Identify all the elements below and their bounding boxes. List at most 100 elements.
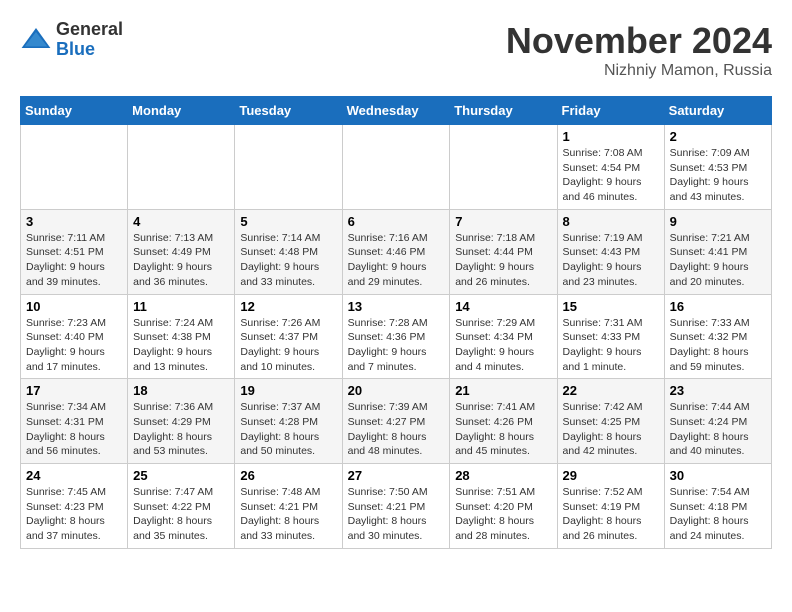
location: Nizhniy Mamon, Russia bbox=[506, 62, 772, 80]
day-cell: 7 Sunrise: 7:18 AM Sunset: 4:44 PM Daylig… bbox=[450, 209, 557, 294]
day-number: 8 bbox=[563, 214, 659, 229]
day-header-saturday: Saturday bbox=[664, 97, 771, 125]
day-header-thursday: Thursday bbox=[450, 97, 557, 125]
week-row-3: 10 Sunrise: 7:23 AM Sunset: 4:40 PM Dayli… bbox=[21, 294, 772, 379]
day-cell: 23 Sunrise: 7:44 AM Sunset: 4:24 PM Dayli… bbox=[664, 379, 771, 464]
day-cell: 26 Sunrise: 7:48 AM Sunset: 4:21 PM Dayli… bbox=[235, 464, 342, 549]
day-cell bbox=[450, 125, 557, 210]
month-title: November 2024 bbox=[506, 20, 772, 62]
logo-icon bbox=[20, 24, 52, 56]
day-number: 26 bbox=[240, 468, 336, 483]
day-cell bbox=[235, 125, 342, 210]
day-number: 16 bbox=[670, 299, 766, 314]
day-info: Sunrise: 7:14 AM Sunset: 4:48 PM Dayligh… bbox=[240, 231, 336, 290]
logo: General Blue bbox=[20, 20, 123, 60]
day-number: 25 bbox=[133, 468, 229, 483]
calendar-header: SundayMondayTuesdayWednesdayThursdayFrid… bbox=[21, 97, 772, 125]
day-cell bbox=[342, 125, 450, 210]
day-number: 5 bbox=[240, 214, 336, 229]
day-info: Sunrise: 7:36 AM Sunset: 4:29 PM Dayligh… bbox=[133, 400, 229, 459]
day-cell: 25 Sunrise: 7:47 AM Sunset: 4:22 PM Dayli… bbox=[128, 464, 235, 549]
day-info: Sunrise: 7:26 AM Sunset: 4:37 PM Dayligh… bbox=[240, 316, 336, 375]
day-info: Sunrise: 7:48 AM Sunset: 4:21 PM Dayligh… bbox=[240, 485, 336, 544]
day-info: Sunrise: 7:21 AM Sunset: 4:41 PM Dayligh… bbox=[670, 231, 766, 290]
day-number: 17 bbox=[26, 383, 122, 398]
day-cell bbox=[128, 125, 235, 210]
day-cell: 28 Sunrise: 7:51 AM Sunset: 4:20 PM Dayli… bbox=[450, 464, 557, 549]
day-number: 22 bbox=[563, 383, 659, 398]
day-info: Sunrise: 7:11 AM Sunset: 4:51 PM Dayligh… bbox=[26, 231, 122, 290]
day-info: Sunrise: 7:09 AM Sunset: 4:53 PM Dayligh… bbox=[670, 146, 766, 205]
day-header-sunday: Sunday bbox=[21, 97, 128, 125]
logo-text: General Blue bbox=[56, 20, 123, 60]
day-header-wednesday: Wednesday bbox=[342, 97, 450, 125]
day-number: 6 bbox=[348, 214, 445, 229]
day-info: Sunrise: 7:31 AM Sunset: 4:33 PM Dayligh… bbox=[563, 316, 659, 375]
day-info: Sunrise: 7:08 AM Sunset: 4:54 PM Dayligh… bbox=[563, 146, 659, 205]
day-cell: 5 Sunrise: 7:14 AM Sunset: 4:48 PM Daylig… bbox=[235, 209, 342, 294]
day-info: Sunrise: 7:41 AM Sunset: 4:26 PM Dayligh… bbox=[455, 400, 551, 459]
day-info: Sunrise: 7:47 AM Sunset: 4:22 PM Dayligh… bbox=[133, 485, 229, 544]
day-number: 10 bbox=[26, 299, 122, 314]
day-number: 19 bbox=[240, 383, 336, 398]
page-header: General Blue November 2024 Nizhniy Mamon… bbox=[20, 20, 772, 80]
day-number: 23 bbox=[670, 383, 766, 398]
day-info: Sunrise: 7:19 AM Sunset: 4:43 PM Dayligh… bbox=[563, 231, 659, 290]
title-area: November 2024 Nizhniy Mamon, Russia bbox=[506, 20, 772, 80]
day-cell: 20 Sunrise: 7:39 AM Sunset: 4:27 PM Dayli… bbox=[342, 379, 450, 464]
day-cell: 2 Sunrise: 7:09 AM Sunset: 4:53 PM Daylig… bbox=[664, 125, 771, 210]
day-info: Sunrise: 7:39 AM Sunset: 4:27 PM Dayligh… bbox=[348, 400, 445, 459]
week-row-4: 17 Sunrise: 7:34 AM Sunset: 4:31 PM Dayli… bbox=[21, 379, 772, 464]
day-cell: 19 Sunrise: 7:37 AM Sunset: 4:28 PM Dayli… bbox=[235, 379, 342, 464]
day-number: 12 bbox=[240, 299, 336, 314]
header-row: SundayMondayTuesdayWednesdayThursdayFrid… bbox=[21, 97, 772, 125]
day-info: Sunrise: 7:23 AM Sunset: 4:40 PM Dayligh… bbox=[26, 316, 122, 375]
day-info: Sunrise: 7:18 AM Sunset: 4:44 PM Dayligh… bbox=[455, 231, 551, 290]
day-cell: 9 Sunrise: 7:21 AM Sunset: 4:41 PM Daylig… bbox=[664, 209, 771, 294]
day-cell: 4Sunrise: 7:13 AM Sunset: 4:49 PM Daylig… bbox=[128, 209, 235, 294]
day-cell: 16 Sunrise: 7:33 AM Sunset: 4:32 PM Dayli… bbox=[664, 294, 771, 379]
day-cell: 18 Sunrise: 7:36 AM Sunset: 4:29 PM Dayli… bbox=[128, 379, 235, 464]
day-info: Sunrise: 7:28 AM Sunset: 4:36 PM Dayligh… bbox=[348, 316, 445, 375]
day-cell bbox=[21, 125, 128, 210]
week-row-2: 3 Sunrise: 7:11 AM Sunset: 4:51 PM Daylig… bbox=[21, 209, 772, 294]
day-number: 2 bbox=[670, 129, 766, 144]
day-info: Sunrise: 7:51 AM Sunset: 4:20 PM Dayligh… bbox=[455, 485, 551, 544]
day-info: Sunrise: 7:16 AM Sunset: 4:46 PM Dayligh… bbox=[348, 231, 445, 290]
day-info: Sunrise: 7:34 AM Sunset: 4:31 PM Dayligh… bbox=[26, 400, 122, 459]
day-info: Sunrise: 7:52 AM Sunset: 4:19 PM Dayligh… bbox=[563, 485, 659, 544]
day-number: 18 bbox=[133, 383, 229, 398]
logo-general: General bbox=[56, 20, 123, 40]
day-info: Sunrise: 7:33 AM Sunset: 4:32 PM Dayligh… bbox=[670, 316, 766, 375]
day-header-tuesday: Tuesday bbox=[235, 97, 342, 125]
day-number: 30 bbox=[670, 468, 766, 483]
day-cell: 27Sunrise: 7:50 AM Sunset: 4:21 PM Dayli… bbox=[342, 464, 450, 549]
day-number: 28 bbox=[455, 468, 551, 483]
day-cell: 17 Sunrise: 7:34 AM Sunset: 4:31 PM Dayli… bbox=[21, 379, 128, 464]
week-row-1: 1 Sunrise: 7:08 AM Sunset: 4:54 PM Daylig… bbox=[21, 125, 772, 210]
day-info: Sunrise: 7:29 AM Sunset: 4:34 PM Dayligh… bbox=[455, 316, 551, 375]
day-number: 29 bbox=[563, 468, 659, 483]
week-row-5: 24Sunrise: 7:45 AM Sunset: 4:23 PM Dayli… bbox=[21, 464, 772, 549]
day-number: 3 bbox=[26, 214, 122, 229]
day-number: 24 bbox=[26, 468, 122, 483]
day-cell: 22 Sunrise: 7:42 AM Sunset: 4:25 PM Dayli… bbox=[557, 379, 664, 464]
day-info: Sunrise: 7:50 AM Sunset: 4:21 PM Dayligh… bbox=[348, 485, 445, 544]
day-number: 14 bbox=[455, 299, 551, 314]
day-cell: 29 Sunrise: 7:52 AM Sunset: 4:19 PM Dayli… bbox=[557, 464, 664, 549]
day-info: Sunrise: 7:24 AM Sunset: 4:38 PM Dayligh… bbox=[133, 316, 229, 375]
calendar: SundayMondayTuesdayWednesdayThursdayFrid… bbox=[20, 96, 772, 549]
day-number: 15 bbox=[563, 299, 659, 314]
day-header-friday: Friday bbox=[557, 97, 664, 125]
day-number: 20 bbox=[348, 383, 445, 398]
day-info: Sunrise: 7:42 AM Sunset: 4:25 PM Dayligh… bbox=[563, 400, 659, 459]
day-number: 1 bbox=[563, 129, 659, 144]
day-number: 9 bbox=[670, 214, 766, 229]
day-info: Sunrise: 7:44 AM Sunset: 4:24 PM Dayligh… bbox=[670, 400, 766, 459]
day-cell: 14 Sunrise: 7:29 AM Sunset: 4:34 PM Dayli… bbox=[450, 294, 557, 379]
day-number: 7 bbox=[455, 214, 551, 229]
day-info: Sunrise: 7:37 AM Sunset: 4:28 PM Dayligh… bbox=[240, 400, 336, 459]
day-number: 11 bbox=[133, 299, 229, 314]
calendar-body: 1 Sunrise: 7:08 AM Sunset: 4:54 PM Daylig… bbox=[21, 125, 772, 549]
day-cell: 11 Sunrise: 7:24 AM Sunset: 4:38 PM Dayli… bbox=[128, 294, 235, 379]
